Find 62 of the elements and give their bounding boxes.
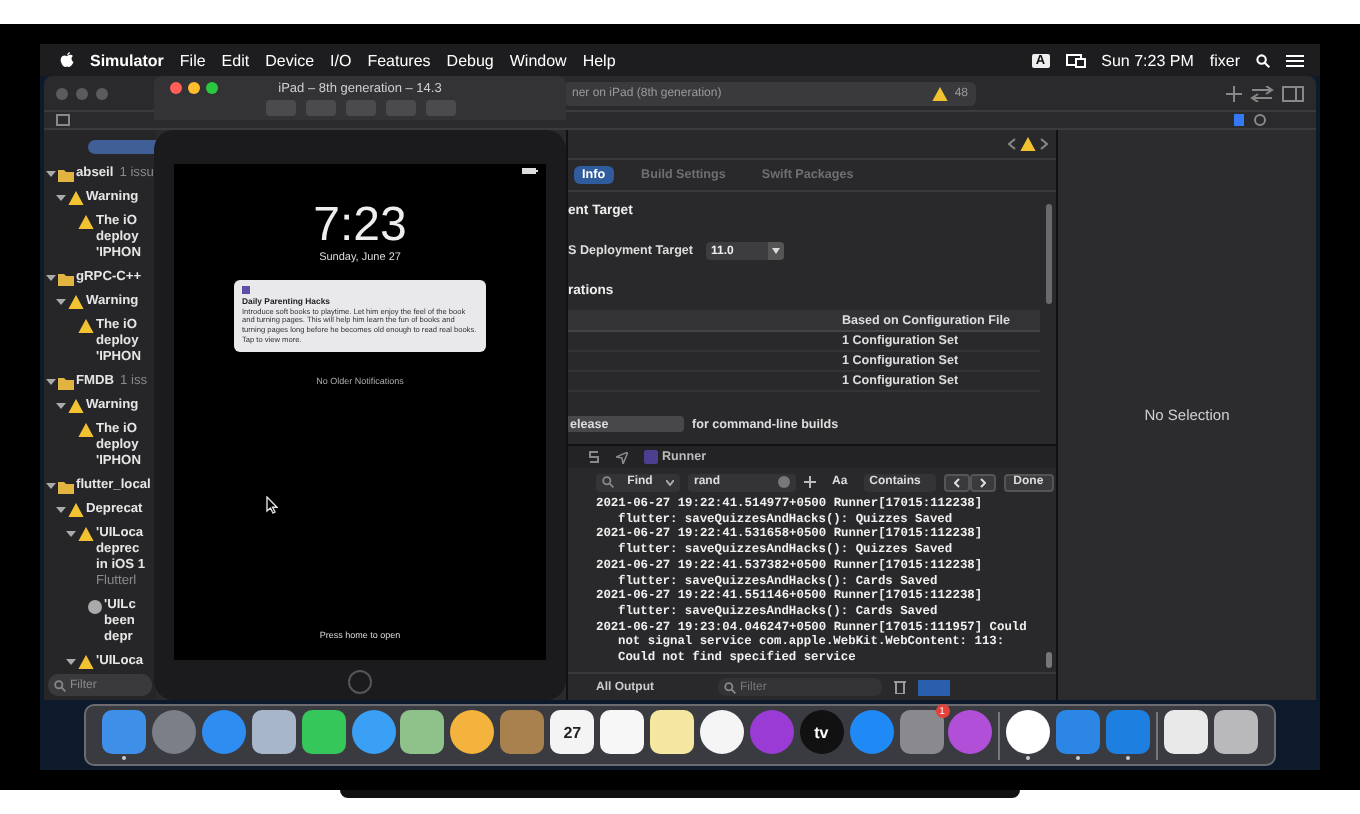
chevron-right-icon (979, 477, 986, 487)
minimize-button[interactable] (188, 82, 200, 94)
chevron-down-icon (665, 479, 674, 485)
menu-item[interactable]: Window (509, 51, 567, 69)
menu-item[interactable]: Edit (221, 51, 250, 69)
dock-app-icon[interactable] (1163, 710, 1208, 754)
zoom-button[interactable] (206, 82, 218, 94)
warning-icon (1020, 136, 1036, 152)
menu-item[interactable]: File (179, 51, 206, 69)
apple-logo-icon[interactable] (60, 52, 74, 68)
display-icon[interactable] (1065, 53, 1086, 67)
warning-icon (78, 654, 94, 671)
mouse-pointer-icon (266, 496, 278, 514)
dock-app-icon[interactable] (301, 710, 346, 754)
panel-icon[interactable] (1282, 85, 1304, 101)
chevron-right-icon[interactable] (1040, 138, 1048, 150)
dock-app-icon[interactable] (251, 710, 296, 754)
close-button[interactable] (170, 82, 182, 94)
notification-card[interactable] (234, 280, 486, 352)
menu-item[interactable]: Debug (446, 51, 494, 69)
dock-app-icon[interactable]: 27 (550, 710, 595, 754)
clear-icon[interactable] (778, 476, 790, 488)
menu-clock[interactable]: Sun 7:23 PM (1101, 51, 1194, 69)
home-button[interactable] (348, 670, 372, 694)
dock-app-icon[interactable] (649, 710, 694, 754)
info-icon (88, 599, 102, 614)
plus-icon[interactable] (1226, 85, 1242, 101)
location-arrow-icon[interactable] (616, 451, 628, 463)
plus-icon[interactable] (804, 476, 816, 488)
list-icon[interactable] (1286, 53, 1304, 67)
chevron-left-icon[interactable] (1008, 138, 1016, 150)
scrollbar[interactable] (1046, 204, 1052, 304)
chevron-left-icon (953, 477, 960, 487)
menu-item[interactable]: Help (582, 51, 616, 69)
search-icon (724, 681, 736, 693)
app-icon (242, 286, 250, 294)
battery-icon (522, 168, 538, 174)
dock-app-icon[interactable] (699, 710, 744, 754)
previous-button[interactable] (943, 473, 970, 491)
search-icon (602, 476, 614, 488)
warning-icon (932, 85, 949, 101)
menu-item[interactable]: Simulator (90, 51, 164, 69)
app-icon (644, 450, 658, 464)
trash-icon[interactable] (894, 680, 906, 694)
search-icon (54, 679, 66, 692)
dock-app-icon[interactable] (1006, 710, 1051, 754)
scope-button[interactable] (88, 140, 156, 155)
swap-arrows-icon[interactable] (1250, 85, 1274, 101)
dock-app-icon[interactable] (400, 710, 445, 754)
scrollbar[interactable] (1046, 652, 1052, 668)
dock-app-icon[interactable] (450, 710, 495, 754)
dock-app-icon[interactable] (1213, 710, 1258, 754)
next-button[interactable] (969, 473, 996, 491)
dock-app-icon[interactable]: tv (799, 710, 844, 754)
user-name[interactable]: fixer (1209, 51, 1240, 69)
caret-icon (771, 248, 780, 254)
menu-item[interactable]: I/O (330, 51, 352, 69)
lock-screen-time: 7:23 (313, 202, 407, 250)
menu-item[interactable]: Device (265, 51, 315, 69)
search-icon (1256, 53, 1270, 67)
dock-app-icon[interactable] (600, 710, 645, 754)
menu-item[interactable]: Features (367, 51, 431, 69)
